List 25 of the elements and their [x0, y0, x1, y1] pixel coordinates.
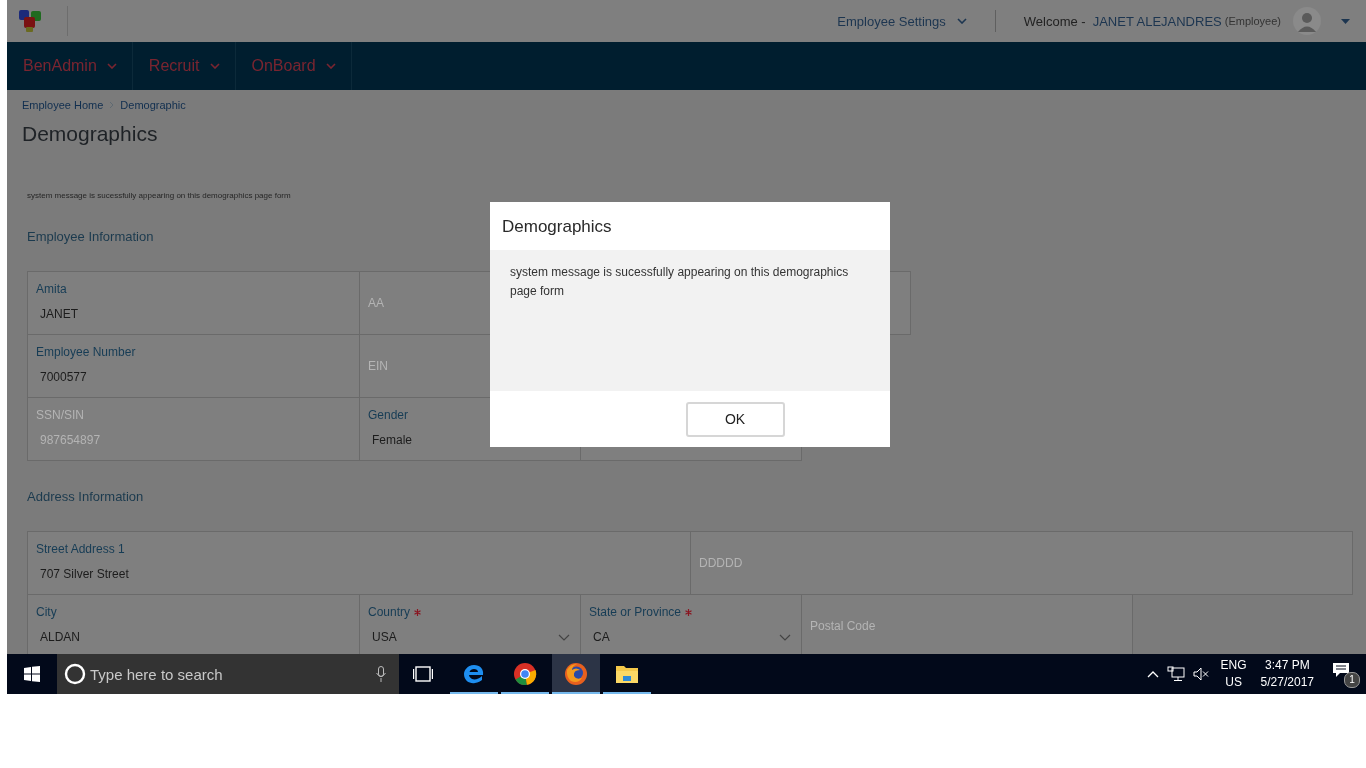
- settings-menu[interactable]: Employee Settings: [837, 13, 967, 29]
- section-title: Address Information: [27, 489, 144, 506]
- input-field[interactable]: Street Address 1 707 Silver Street: [27, 531, 691, 595]
- select-field[interactable]: State or Province CA: [580, 594, 802, 654]
- clock-date[interactable]: 5/27/2017: [1260, 674, 1314, 691]
- dialog-message: system message is sucessfully appearing on this demographics page form: [490, 250, 890, 391]
- search-box[interactable]: Type here to search: [57, 654, 399, 694]
- page-title: Demographics: [22, 121, 159, 147]
- region-indicator[interactable]: US: [1225, 674, 1242, 691]
- input-field[interactable]: Amita JANET: [27, 271, 360, 335]
- input-field[interactable]: Employee Number 7000577: [27, 334, 360, 398]
- welcome-label: Welcome -: [1023, 13, 1086, 29]
- clock-time[interactable]: 3:47 PM: [1264, 657, 1310, 674]
- user-role: (Employee): [1224, 15, 1281, 27]
- notification-count: 1: [1344, 672, 1360, 688]
- dialog-title: Demographics: [501, 216, 613, 238]
- breadcrumb-link[interactable]: Demographic: [120, 99, 186, 111]
- breadcrumb-link[interactable]: Employee Home: [22, 99, 104, 111]
- section-title: Employee Information: [27, 229, 154, 246]
- input-field[interactable]: City ALDAN: [27, 594, 360, 654]
- user-name[interactable]: JANET ALEJANDRES: [1092, 13, 1222, 29]
- search-field[interactable]: Type here to search: [90, 665, 372, 683]
- select-field[interactable]: Country USA: [359, 594, 581, 654]
- ok-button[interactable]: OK: [685, 401, 785, 437]
- language-indicator[interactable]: ENG: [1220, 657, 1247, 674]
